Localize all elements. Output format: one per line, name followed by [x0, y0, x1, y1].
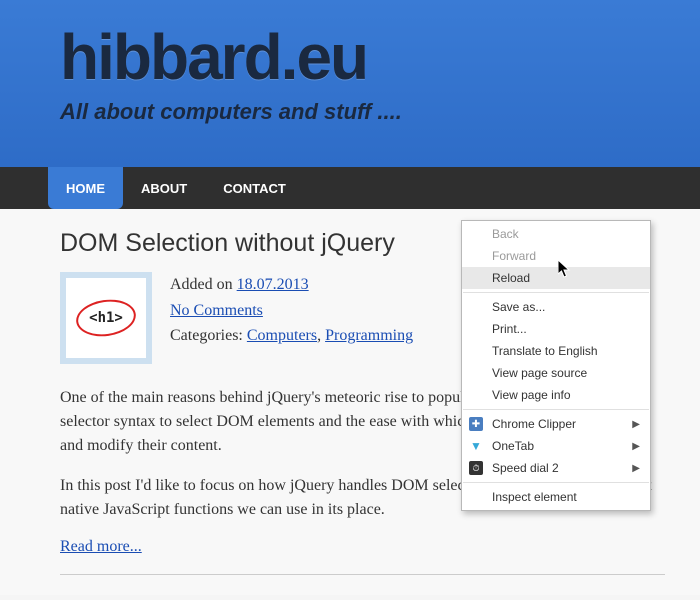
submenu-arrow-icon: ▶ — [632, 419, 640, 430]
menu-speed-dial[interactable]: Speed dial 2 ▶ — [462, 457, 650, 479]
site-header: hibbard.eu All about computers and stuff… — [0, 0, 700, 167]
nav-contact[interactable]: CONTACT — [205, 167, 304, 209]
menu-save-as[interactable]: Save as... — [462, 296, 650, 318]
menu-label: Speed dial 2 — [492, 461, 559, 475]
menu-view-info[interactable]: View page info — [462, 384, 650, 406]
nav-about[interactable]: ABOUT — [123, 167, 205, 209]
menu-view-source[interactable]: View page source — [462, 362, 650, 384]
menu-label: OneTab — [492, 439, 534, 453]
menu-chrome-clipper[interactable]: Chrome Clipper ▶ — [462, 413, 650, 435]
menu-onetab[interactable]: ▼ OneTab ▶ — [462, 435, 650, 457]
context-menu: Back Forward Reload Save as... Print... … — [461, 220, 651, 511]
menu-forward: Forward — [462, 245, 650, 267]
category-programming-link[interactable]: Programming — [325, 327, 413, 344]
submenu-arrow-icon: ▶ — [632, 441, 640, 452]
submenu-arrow-icon: ▶ — [632, 463, 640, 474]
menu-print[interactable]: Print... — [462, 318, 650, 340]
post-date-link[interactable]: 18.07.2013 — [237, 276, 309, 293]
menu-back: Back — [462, 223, 650, 245]
categories-label: Categories: — [170, 327, 247, 344]
category-computers-link[interactable]: Computers — [247, 327, 317, 344]
main-nav: HOME ABOUT CONTACT — [0, 167, 700, 209]
menu-separator — [463, 292, 649, 293]
clipper-icon — [469, 417, 483, 431]
added-on-label: Added on — [170, 276, 237, 293]
menu-inspect-element[interactable]: Inspect element — [462, 486, 650, 508]
site-title[interactable]: hibbard.eu — [60, 20, 700, 94]
read-more-link[interactable]: Read more... — [60, 538, 142, 555]
speed-dial-icon — [469, 461, 483, 475]
post-thumbnail[interactable]: <h1> — [60, 272, 152, 364]
post-divider — [60, 574, 665, 575]
comments-link[interactable]: No Comments — [170, 302, 263, 319]
menu-separator — [463, 482, 649, 483]
nav-home[interactable]: HOME — [48, 167, 123, 209]
menu-reload[interactable]: Reload — [462, 267, 650, 289]
onetab-icon: ▼ — [469, 439, 483, 453]
h1-icon: <h1> — [76, 300, 136, 336]
site-tagline: All about computers and stuff .... — [60, 99, 700, 125]
menu-separator — [463, 409, 649, 410]
post-meta-text: Added on 18.07.2013 No Comments Categori… — [170, 272, 413, 364]
menu-label: Chrome Clipper — [492, 417, 576, 431]
menu-translate[interactable]: Translate to English — [462, 340, 650, 362]
